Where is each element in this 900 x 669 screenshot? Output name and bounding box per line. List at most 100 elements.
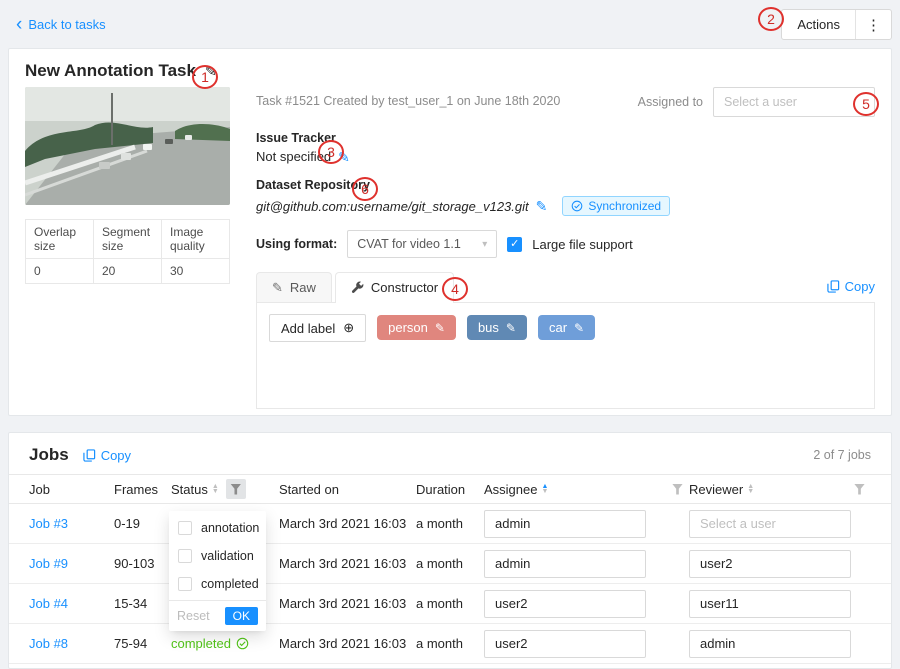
- filter-option-validation[interactable]: validation: [169, 542, 266, 570]
- back-chevron-icon: ‹: [16, 19, 22, 31]
- page: { "topbar": { "back_label": "Back to tas…: [0, 0, 900, 669]
- params-value-row: 0 20 30: [26, 259, 230, 284]
- params-header-row: Overlap size Segment size Image quality: [26, 220, 230, 259]
- frames-cell: 90-103: [114, 556, 171, 571]
- jobs-card: Jobs Copy 2 of 7 jobs Job Frames Status …: [8, 432, 892, 669]
- synchronized-label: Synchronized: [588, 199, 661, 213]
- filter-reset-button[interactable]: Reset: [177, 609, 210, 623]
- column-job[interactable]: Job: [29, 482, 114, 497]
- assigned-to-group: Assigned to: [638, 87, 875, 117]
- checkbox-unchecked[interactable]: [178, 521, 192, 535]
- format-line: Using format: CVAT for video 1.1 ▾ ✓ Lar…: [256, 230, 875, 258]
- tab-constructor-label: Constructor: [371, 280, 438, 295]
- copy-labels-link[interactable]: Copy: [827, 279, 875, 302]
- assignee-sort-icon[interactable]: ▲▼: [541, 484, 548, 494]
- dataset-repository-label: Dataset Repository: [256, 178, 875, 192]
- label-tag-person[interactable]: person ✎: [377, 315, 456, 340]
- copy-icon: [827, 280, 840, 293]
- edit-repository-icon[interactable]: ✎: [536, 199, 548, 213]
- topbar: ‹ Back to tasks Actions ⋮: [0, 0, 900, 48]
- tab-constructor[interactable]: Constructor: [335, 272, 454, 302]
- jobs-count: 2 of 7 jobs: [813, 448, 871, 462]
- completed-check-icon: [236, 637, 249, 650]
- actions-button[interactable]: Actions ⋮: [781, 9, 892, 40]
- param-header: Segment size: [94, 220, 162, 259]
- edit-label-icon[interactable]: ✎: [574, 322, 584, 334]
- filter-ok-button[interactable]: OK: [225, 607, 258, 625]
- traffic-scene-art: [25, 87, 230, 205]
- add-label-text: Add label: [281, 321, 335, 336]
- labels-constructor-panel: Add label ⊕ person ✎ bus ✎ car ✎: [256, 303, 875, 409]
- label-tag-car[interactable]: car ✎: [538, 315, 595, 340]
- label-tag-bus[interactable]: bus ✎: [467, 315, 527, 340]
- chevron-down-icon: ▾: [482, 239, 487, 250]
- reviewer-input[interactable]: [689, 550, 851, 578]
- back-to-tasks-link[interactable]: ‹ Back to tasks: [16, 17, 106, 32]
- param-value: 30: [162, 259, 230, 284]
- edit-issue-tracker-icon[interactable]: ✎: [338, 150, 350, 164]
- label-tag-name: bus: [478, 320, 499, 335]
- param-value: 0: [26, 259, 94, 284]
- column-duration[interactable]: Duration: [416, 482, 484, 497]
- copy-jobs-link[interactable]: Copy: [83, 448, 131, 463]
- duration-cell: a month: [416, 516, 484, 531]
- issue-tracker-block: Issue Tracker Not specified ✎: [256, 131, 875, 164]
- filter-option-label: validation: [201, 549, 254, 563]
- duration-cell: a month: [416, 596, 484, 611]
- issue-tracker-label: Issue Tracker: [256, 131, 875, 145]
- job-link[interactable]: Job #9: [29, 556, 68, 571]
- jobs-title: Jobs: [29, 445, 69, 465]
- status-cell: completed: [171, 636, 279, 651]
- using-format-label: Using format:: [256, 237, 337, 251]
- reviewer-input[interactable]: [689, 630, 851, 658]
- checkbox-unchecked[interactable]: [178, 577, 192, 591]
- filter-option-annotation[interactable]: annotation: [169, 514, 266, 542]
- actions-label: Actions: [782, 10, 855, 39]
- kebab-menu-icon[interactable]: ⋮: [856, 10, 891, 39]
- assignee-input[interactable]: [484, 510, 646, 538]
- column-started-on[interactable]: Started on: [279, 482, 416, 497]
- task-title: New Annotation Task: [25, 61, 196, 81]
- param-header: Image quality: [162, 220, 230, 259]
- label-tag-name: car: [549, 320, 567, 335]
- column-reviewer[interactable]: Reviewer ▲▼: [689, 482, 871, 497]
- job-link[interactable]: Job #3: [29, 516, 68, 531]
- column-assignee[interactable]: Assignee ▲▼: [484, 482, 689, 497]
- frames-cell: 0-19: [114, 516, 171, 531]
- reviewer-input[interactable]: [689, 590, 851, 618]
- reviewer-sort-icon[interactable]: ▲▼: [747, 484, 754, 494]
- checkbox-unchecked[interactable]: [178, 549, 192, 563]
- reviewer-filter-icon[interactable]: [854, 484, 865, 495]
- edit-label-icon[interactable]: ✎: [506, 322, 516, 334]
- table-row: Job #9 90-103 March 3rd 2021 16:03 a mon…: [9, 544, 891, 584]
- assignee-filter-icon[interactable]: [672, 484, 683, 495]
- format-select[interactable]: CVAT for video 1.1 ▾: [347, 230, 497, 258]
- task-params-table: Overlap size Segment size Image quality …: [25, 219, 230, 284]
- job-link[interactable]: Job #8: [29, 636, 68, 651]
- edit-title-icon[interactable]: ✎: [205, 64, 217, 78]
- add-label-button[interactable]: Add label ⊕: [269, 314, 366, 342]
- edit-label-icon[interactable]: ✎: [435, 322, 445, 334]
- status-sort-icon[interactable]: ▲▼: [212, 484, 219, 494]
- format-selected-value: CVAT for video 1.1: [357, 237, 461, 251]
- assignee-input[interactable]: [484, 590, 646, 618]
- task-left-column: Overlap size Segment size Image quality …: [25, 87, 230, 409]
- reviewer-input[interactable]: [689, 510, 851, 538]
- tab-raw-label: Raw: [290, 280, 316, 295]
- assignee-input[interactable]: [484, 630, 646, 658]
- job-link[interactable]: Job #4: [29, 596, 68, 611]
- column-status[interactable]: Status ▲▼: [171, 479, 279, 499]
- started-cell: March 3rd 2021 16:03: [279, 636, 416, 651]
- tab-raw[interactable]: ✎ Raw: [256, 272, 332, 302]
- status-filter-button[interactable]: [226, 479, 246, 499]
- started-cell: March 3rd 2021 16:03: [279, 596, 416, 611]
- param-value: 20: [94, 259, 162, 284]
- assigned-to-input[interactable]: [713, 87, 875, 117]
- large-file-checkbox[interactable]: ✓: [507, 237, 522, 252]
- filter-option-completed[interactable]: completed: [169, 570, 266, 598]
- assignee-input[interactable]: [484, 550, 646, 578]
- filter-option-label: annotation: [201, 521, 259, 535]
- synchronized-badge[interactable]: Synchronized: [562, 196, 670, 216]
- column-frames[interactable]: Frames: [114, 482, 171, 497]
- task-details-column: Task #1521 Created by test_user_1 on Jun…: [256, 87, 875, 409]
